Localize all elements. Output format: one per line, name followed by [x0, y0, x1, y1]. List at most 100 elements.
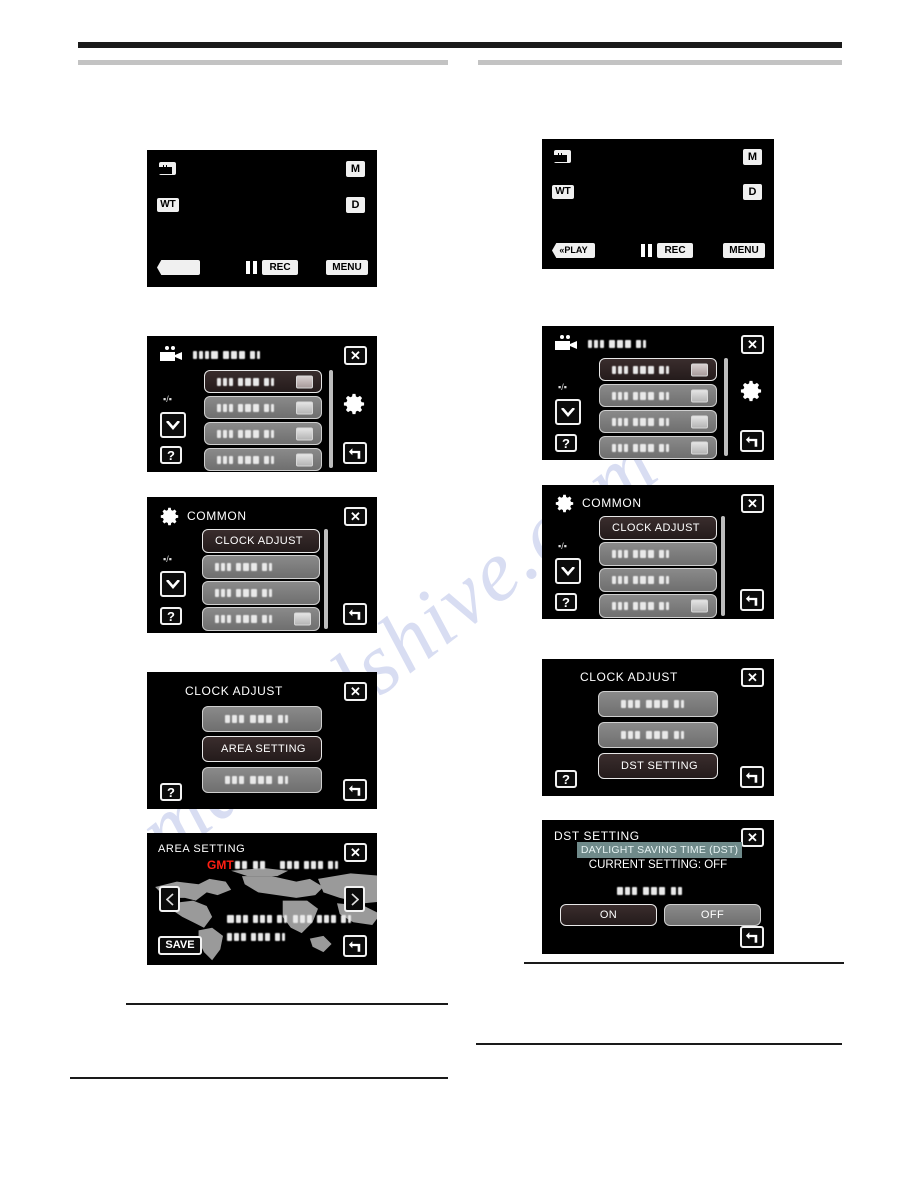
- menu-row-2[interactable]: [204, 396, 322, 419]
- close-button[interactable]: ✕: [344, 682, 367, 701]
- divider-left-upper: [126, 1003, 448, 1005]
- back-button[interactable]: [740, 766, 764, 788]
- common-row-4[interactable]: [202, 607, 320, 631]
- menu-row-3[interactable]: [204, 422, 322, 445]
- clock-adjust-screen-left[interactable]: CLOCK ADJUST ✕ ? AREA SETTING: [147, 672, 377, 809]
- close-button[interactable]: ✕: [741, 828, 764, 847]
- camcorder-icon: [554, 150, 571, 163]
- scroll-down-button[interactable]: [555, 558, 581, 584]
- dst-off-label: OFF: [700, 909, 725, 921]
- common-row-2[interactable]: [599, 542, 717, 566]
- dst-on-button[interactable]: ON: [560, 904, 657, 926]
- help-button[interactable]: ?: [555, 434, 577, 452]
- menu-row-chip: [296, 375, 313, 388]
- menu-screen-right[interactable]: ▪/▪ ? ✕: [542, 326, 774, 460]
- clock-row-dst-setting[interactable]: DST SETTING: [598, 753, 718, 779]
- menu-row-1[interactable]: [599, 358, 717, 381]
- common-row-chip: [691, 599, 708, 613]
- common-title: COMMON: [582, 496, 642, 510]
- common-row-4[interactable]: [599, 594, 717, 618]
- common-screen-right[interactable]: COMMON ▪/▪ ? ✕ CLOCK ADJUST: [542, 485, 774, 619]
- common-row-clock-adjust[interactable]: CLOCK ADJUST: [202, 529, 320, 553]
- common-row-clock-adjust[interactable]: CLOCK ADJUST: [599, 516, 717, 540]
- menu-row-4[interactable]: [204, 448, 322, 471]
- display-button[interactable]: D: [743, 184, 762, 200]
- menu-screen-left[interactable]: ▪/▪ ? ✕: [147, 336, 377, 472]
- scroll-down-button[interactable]: [555, 399, 581, 425]
- rec-button[interactable]: REC: [262, 260, 298, 275]
- common-row-2[interactable]: [202, 555, 320, 579]
- back-button[interactable]: [343, 442, 367, 464]
- clock-row-area-setting[interactable]: AREA SETTING: [202, 736, 322, 762]
- close-button[interactable]: ✕: [344, 507, 367, 526]
- common-screen-left[interactable]: COMMON ▪/▪ ? ✕ CLOCK ADJUST: [147, 497, 377, 633]
- scrollbar[interactable]: [721, 516, 725, 616]
- manual-mode-button[interactable]: M: [346, 161, 365, 177]
- clock-adjust-screen-right[interactable]: CLOCK ADJUST ✕ ? DST SETTING: [542, 659, 774, 796]
- common-row-3[interactable]: [599, 568, 717, 592]
- close-button[interactable]: ✕: [344, 346, 367, 365]
- scrollbar[interactable]: [324, 529, 328, 629]
- menu-button[interactable]: MENU: [326, 260, 368, 275]
- menu-row-3[interactable]: [599, 410, 717, 433]
- back-button[interactable]: [343, 779, 367, 801]
- common-row-label: CLOCK ADJUST: [215, 535, 303, 547]
- clock-row-2[interactable]: [598, 722, 718, 748]
- help-button[interactable]: ?: [160, 783, 182, 801]
- display-button[interactable]: D: [346, 197, 365, 213]
- close-button[interactable]: ✕: [741, 668, 764, 687]
- common-row-label: [215, 563, 274, 571]
- back-button[interactable]: [343, 603, 367, 625]
- area-setting-screen[interactable]: AREA SETTING GMT ✕ SAVE: [147, 833, 377, 965]
- ratio-indicator: ▪/▪: [558, 541, 567, 551]
- scroll-down-button[interactable]: [160, 412, 186, 438]
- menu-row-label: [217, 377, 276, 386]
- pause-icon: [246, 261, 257, 274]
- dst-setting-screen[interactable]: DST SETTING ✕ DAYLIGHT SAVING TIME (DST)…: [542, 820, 774, 954]
- scrollbar[interactable]: [724, 358, 728, 456]
- save-button[interactable]: SAVE: [158, 936, 202, 955]
- prev-area-button[interactable]: [159, 886, 180, 912]
- clock-row-3[interactable]: [202, 767, 322, 793]
- menu-row-1[interactable]: [204, 370, 322, 393]
- common-row-label: [215, 589, 274, 597]
- dst-off-button[interactable]: OFF: [664, 904, 761, 926]
- play-button[interactable]: [157, 260, 200, 275]
- record-standby-screen-left[interactable]: WT M D REC MENU «PLAY: [147, 150, 377, 287]
- gear-button[interactable]: [341, 391, 367, 417]
- area-setting-title: AREA SETTING: [158, 843, 246, 855]
- close-button[interactable]: ✕: [344, 843, 367, 862]
- close-button[interactable]: ✕: [741, 335, 764, 354]
- help-button[interactable]: ?: [160, 446, 182, 464]
- clock-row-1[interactable]: [202, 706, 322, 732]
- scroll-down-button[interactable]: [160, 571, 186, 597]
- clock-row-1[interactable]: [598, 691, 718, 717]
- back-button[interactable]: [740, 589, 764, 611]
- menu-row-chip: [691, 363, 708, 376]
- common-row-label: [612, 550, 671, 558]
- clock-row-label: [621, 700, 686, 708]
- help-button[interactable]: ?: [160, 607, 182, 625]
- rec-button[interactable]: REC: [657, 243, 693, 258]
- clock-row-label: AREA SETTING: [221, 743, 306, 755]
- next-area-button[interactable]: [344, 886, 365, 912]
- help-button[interactable]: ?: [555, 770, 577, 788]
- clock-adjust-title: CLOCK ADJUST: [580, 670, 678, 684]
- back-button[interactable]: [740, 430, 764, 452]
- menu-row-label: [612, 417, 671, 426]
- close-button[interactable]: ✕: [741, 494, 764, 513]
- back-button[interactable]: [740, 926, 764, 948]
- menu-button[interactable]: MENU: [723, 243, 765, 258]
- manual-mode-button[interactable]: M: [743, 149, 762, 165]
- help-button[interactable]: ?: [555, 593, 577, 611]
- scrollbar[interactable]: [329, 370, 333, 468]
- record-standby-screen-right[interactable]: WT M D «PLAY REC MENU: [542, 139, 774, 269]
- play-button[interactable]: «PLAY: [552, 243, 595, 258]
- clock-row-label: [225, 776, 290, 784]
- common-row-3[interactable]: [202, 581, 320, 605]
- camcorder-icon: [159, 162, 176, 175]
- menu-row-2[interactable]: [599, 384, 717, 407]
- menu-row-4[interactable]: [599, 436, 717, 459]
- gear-button[interactable]: [738, 378, 764, 404]
- back-button[interactable]: [343, 935, 367, 957]
